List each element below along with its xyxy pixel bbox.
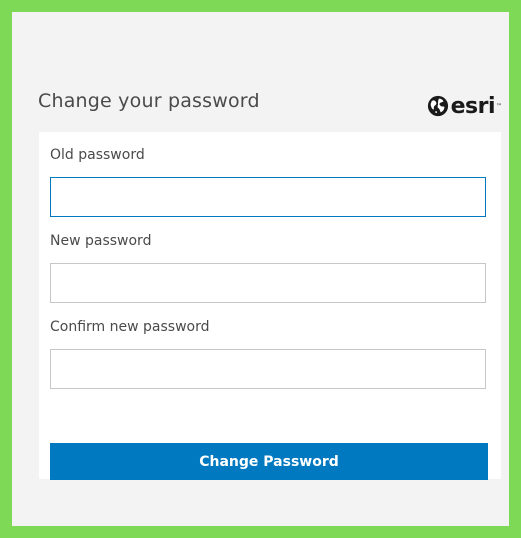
old-password-label: Old password <box>50 147 145 163</box>
password-form-card: Old password New password Confirm new pa… <box>39 132 501 480</box>
logo-trademark: ™ <box>496 102 502 110</box>
page-title: Change your password <box>38 90 260 112</box>
page-frame: Change your password esri ™ Old password… <box>12 12 509 526</box>
new-password-label: New password <box>50 233 152 249</box>
change-password-button[interactable]: Change Password <box>50 443 488 480</box>
confirm-password-field[interactable] <box>50 349 486 389</box>
new-password-field[interactable] <box>50 263 486 303</box>
confirm-password-label: Confirm new password <box>50 319 210 335</box>
globe-icon <box>427 95 448 117</box>
logo-wordmark: esri <box>450 93 496 119</box>
old-password-field[interactable] <box>50 177 486 217</box>
form-header: Change your password esri ™ <box>38 90 502 126</box>
esri-logo: esri ™ <box>427 90 502 122</box>
